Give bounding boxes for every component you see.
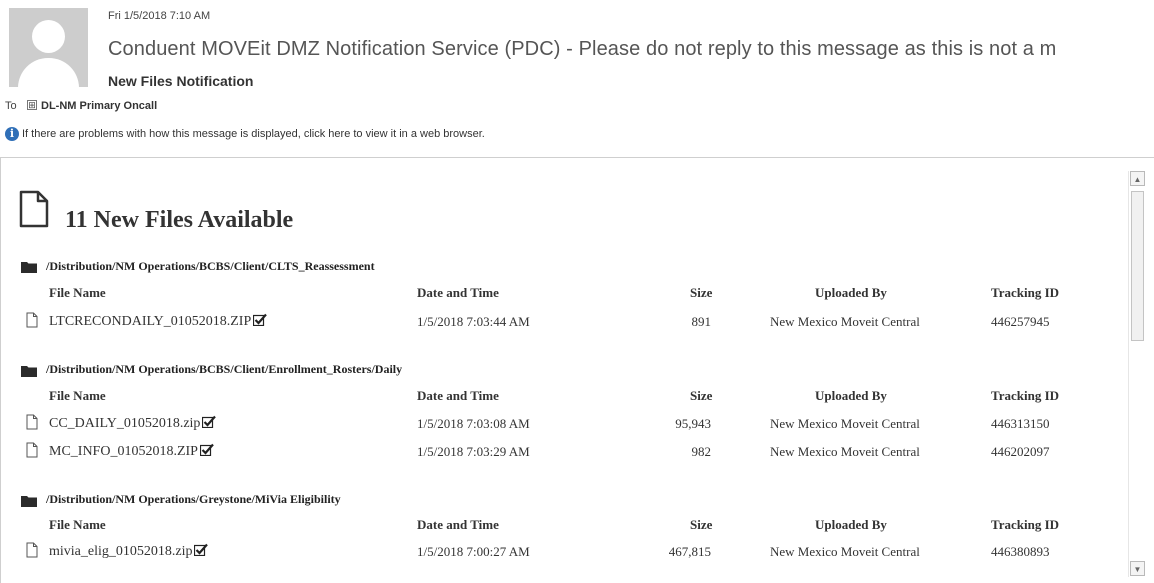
- scroll-thumb[interactable]: [1131, 191, 1144, 341]
- column-header-size: Size: [690, 285, 713, 300]
- column-header-tracking-id: Tracking ID: [991, 388, 1060, 403]
- file-tracking-id: 446313150: [991, 416, 1050, 431]
- expand-recipients-icon[interactable]: ⊞: [27, 100, 37, 110]
- folder-path[interactable]: /Distribution/NM Operations/BCBS/Client/…: [46, 259, 375, 274]
- column-header-tracking-id: Tracking ID: [991, 285, 1060, 300]
- file-tracking-id: 446380893: [991, 544, 1050, 559]
- file-name-text[interactable]: mivia_elig_01052018.zip: [49, 544, 192, 559]
- file-size: 891: [691, 314, 712, 329]
- view-in-browser-link[interactable]: If there are problems with how this mess…: [22, 128, 485, 140]
- file-date: 1/5/2018 7:03:44 AM: [417, 314, 530, 329]
- file-name[interactable]: CC_DAILY_01052018.zip: [49, 415, 217, 432]
- column-header-date: Date and Time: [417, 285, 499, 300]
- folder-icon: [21, 262, 37, 273]
- file-name-text[interactable]: CC_DAILY_01052018.zip: [49, 416, 200, 431]
- document-icon: [19, 190, 49, 228]
- message-subject: New Files Notification: [108, 73, 254, 89]
- file-tracking-id: 446202097: [991, 444, 1050, 459]
- file-tracking-id: 446257945: [991, 314, 1050, 329]
- folder-path[interactable]: /Distribution/NM Operations/BCBS/Client/…: [46, 362, 402, 377]
- file-icon: [26, 414, 38, 430]
- folder-icon: [21, 496, 37, 507]
- file-date: 1/5/2018 7:00:27 AM: [417, 544, 530, 559]
- scroll-up-button[interactable]: ▲: [1130, 171, 1145, 186]
- file-icon: [26, 312, 38, 328]
- file-icon: [26, 542, 38, 558]
- file-size: 467,815: [668, 544, 711, 559]
- file-uploaded-by: New Mexico Moveit Central: [770, 444, 920, 459]
- file-uploaded-by: New Mexico Moveit Central: [770, 314, 920, 329]
- file-name-text[interactable]: MC_INFO_01052018.ZIP: [49, 444, 198, 459]
- column-header-file-name: File Name: [49, 517, 106, 532]
- file-size: 95,943: [675, 416, 711, 431]
- column-header-tracking-id: Tracking ID: [991, 517, 1060, 532]
- column-header-uploaded-by: Uploaded By: [815, 388, 887, 403]
- column-header-size: Size: [690, 517, 713, 532]
- file-name[interactable]: MC_INFO_01052018.ZIP: [49, 443, 214, 460]
- recipient-name[interactable]: DL-NM Primary Oncall: [41, 100, 157, 112]
- checkbox-checked-icon: [199, 443, 214, 456]
- column-header-uploaded-by: Uploaded By: [815, 285, 887, 300]
- file-name-text[interactable]: LTCRECONDAILY_01052018.ZIP: [49, 314, 251, 329]
- file-date: 1/5/2018 7:03:29 AM: [417, 444, 530, 459]
- message-date: Fri 1/5/2018 7:10 AM: [108, 10, 211, 22]
- folder-icon: [21, 366, 37, 377]
- file-size: 982: [691, 444, 712, 459]
- column-header-file-name: File Name: [49, 285, 106, 300]
- checkbox-checked-icon: [253, 313, 268, 326]
- sender-name[interactable]: Conduent MOVEit DMZ Notification Service…: [108, 38, 1154, 61]
- file-uploaded-by: New Mexico Moveit Central: [770, 544, 920, 559]
- folder-path[interactable]: /Distribution/NM Operations/Greystone/Mi…: [46, 492, 341, 507]
- message-scrollbar[interactable]: ▲ ▼: [1128, 171, 1146, 577]
- file-date: 1/5/2018 7:03:08 AM: [417, 416, 530, 431]
- column-header-size: Size: [690, 388, 713, 403]
- column-header-uploaded-by: Uploaded By: [815, 517, 887, 532]
- info-icon: i: [5, 127, 19, 141]
- sender-avatar: [9, 8, 88, 87]
- checkbox-checked-icon: [202, 415, 217, 428]
- file-uploaded-by: New Mexico Moveit Central: [770, 416, 920, 431]
- column-header-date: Date and Time: [417, 388, 499, 403]
- column-header-date: Date and Time: [417, 517, 499, 532]
- file-name[interactable]: LTCRECONDAILY_01052018.ZIP: [49, 313, 268, 330]
- to-label: To: [5, 100, 17, 112]
- message-title: 11 New Files Available: [65, 207, 294, 233]
- checkbox-checked-icon: [194, 543, 209, 556]
- file-name[interactable]: mivia_elig_01052018.zip: [49, 543, 209, 560]
- scroll-down-button[interactable]: ▼: [1130, 561, 1145, 576]
- column-header-file-name: File Name: [49, 388, 106, 403]
- file-icon: [26, 442, 38, 458]
